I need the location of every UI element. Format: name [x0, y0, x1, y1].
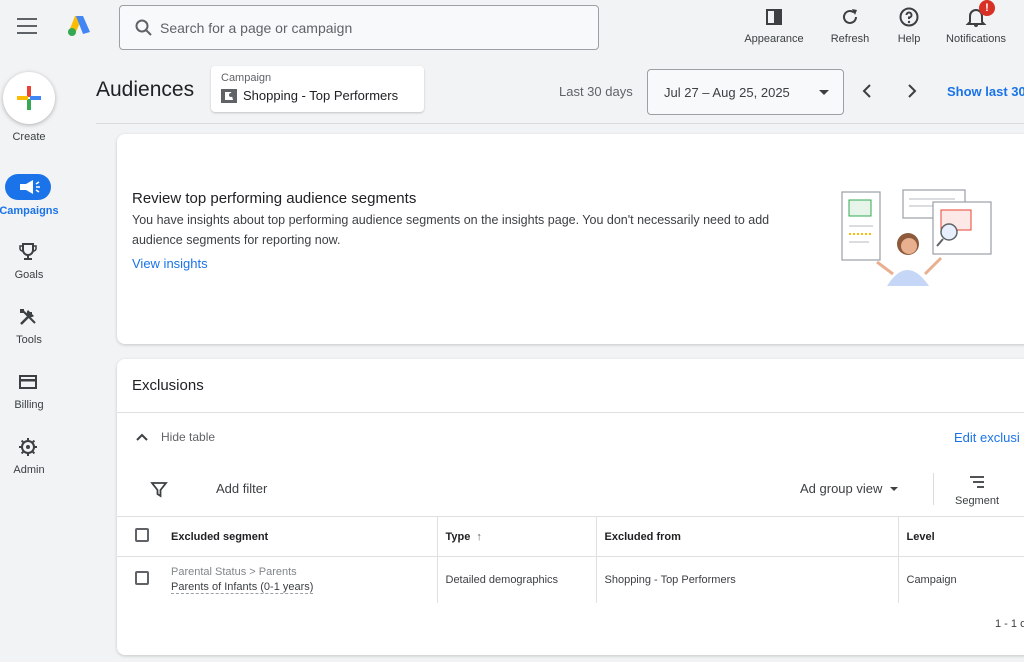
pagination-count: 1 - 1 o [995, 618, 1024, 630]
table-row: Parental Status > Parents Parents of Inf… [117, 556, 1024, 603]
column-header-level[interactable]: Level [897, 516, 1024, 557]
view-insights-link[interactable]: View insights [132, 256, 208, 271]
left-nav: Create Campaigns Goals Tools Billing Adm… [0, 56, 59, 662]
exclusions-divider [117, 412, 1024, 413]
exclusions-card: Exclusions Hide table Edit exclusi Add f… [117, 359, 1024, 655]
sort-ascending-icon: ↑ [476, 530, 482, 543]
menu-icon[interactable] [17, 18, 37, 34]
level-cell: Campaign [897, 556, 1024, 603]
refresh-icon [843, 9, 857, 24]
chevron-up-icon [136, 433, 148, 441]
trophy-icon[interactable] [17, 241, 39, 263]
notifications-button[interactable]: ! Notifications [940, 0, 1012, 50]
gear-icon[interactable] [17, 436, 39, 458]
table-header-row: Excluded segment Type ↑ Excluded from Lev… [117, 516, 1024, 557]
megaphone-icon [20, 180, 40, 194]
nav-label-goals[interactable]: Goals [0, 269, 59, 281]
create-button[interactable] [3, 72, 55, 124]
segment-button[interactable]: Segment [947, 473, 1007, 507]
appearance-button[interactable]: Appearance [741, 4, 807, 50]
shopping-campaign-icon [221, 89, 237, 103]
dropdown-caret-icon [890, 486, 899, 491]
appearance-icon [766, 9, 782, 25]
segment-path: Parental Status > Parents [171, 566, 297, 579]
row-checkbox[interactable] [135, 571, 149, 586]
edit-exclusions-link[interactable]: Edit exclusi [954, 430, 1020, 445]
column-header-type[interactable]: Type ↑ [436, 516, 596, 557]
segment-icon [970, 476, 984, 488]
search-icon [135, 19, 152, 36]
nav-label-admin[interactable]: Admin [0, 464, 59, 476]
help-button[interactable]: Help [891, 4, 927, 50]
nav-label-billing[interactable]: Billing [0, 399, 59, 411]
header-divider [96, 123, 1024, 124]
chevron-right-icon[interactable] [905, 82, 919, 100]
select-all-cell [117, 516, 163, 557]
row-select-cell [117, 556, 163, 603]
help-icon [899, 7, 919, 27]
search-input[interactable] [160, 14, 580, 42]
hide-table-label: Hide table [161, 430, 216, 444]
toolbar-divider [933, 473, 934, 505]
segment-label: Segment [954, 495, 1000, 507]
plus-icon [17, 86, 41, 110]
help-label: Help [897, 33, 921, 45]
filter-icon[interactable] [150, 480, 168, 498]
dropdown-caret-icon [819, 90, 829, 95]
notification-badge: ! [979, 0, 995, 16]
search-box[interactable] [119, 5, 599, 50]
date-range-value: Jul 27 – Aug 25, 2025 [664, 85, 790, 100]
date-range-label: Last 30 days [559, 84, 633, 99]
nav-label-campaigns[interactable]: Campaigns [0, 205, 59, 217]
insights-illustration [841, 189, 992, 286]
insight-title: Review top performing audience segments [132, 190, 417, 207]
notifications-label: Notifications [946, 33, 1006, 45]
exclusions-title: Exclusions [132, 377, 204, 394]
hide-table-toggle[interactable]: Hide table [135, 430, 215, 444]
select-all-checkbox[interactable] [135, 528, 149, 542]
page-title: Audiences [96, 78, 195, 101]
google-ads-logo[interactable] [66, 14, 92, 38]
insight-body: You have insights about top performing a… [132, 213, 770, 247]
campaign-selector[interactable]: Campaign Shopping - Top Performers [211, 66, 424, 112]
appearance-label: Appearance [744, 33, 804, 45]
nav-item-campaigns[interactable] [5, 174, 51, 200]
campaign-selector-value: Shopping - Top Performers [243, 88, 399, 103]
chevron-left-icon[interactable] [860, 82, 874, 100]
type-cell: Detailed demographics [436, 556, 596, 603]
create-label: Create [12, 131, 46, 143]
excluded-from-cell: Shopping - Top Performers [595, 556, 898, 603]
insight-card: Review top performing audience segments … [117, 134, 1024, 344]
tools-icon[interactable] [17, 306, 39, 328]
show-last-link[interactable]: Show last 30 [947, 84, 1024, 99]
nav-label-tools[interactable]: Tools [0, 334, 59, 346]
credit-card-icon[interactable] [17, 371, 39, 393]
top-bar: Appearance Refresh Help ! Notifications [0, 0, 1024, 56]
bell-icon-wrap: ! [965, 0, 995, 28]
excluded-segment-cell: Parental Status > Parents Parents of Inf… [163, 556, 437, 603]
add-filter-button[interactable]: Add filter [216, 481, 267, 496]
refresh-button[interactable]: Refresh [826, 4, 874, 50]
column-header-excluded-segment[interactable]: Excluded segment [163, 516, 437, 557]
ad-group-view-select[interactable]: Ad group view [800, 481, 899, 496]
date-range-select[interactable]: Jul 27 – Aug 25, 2025 [647, 69, 844, 115]
exclusions-table: Excluded segment Type ↑ Excluded from Lev… [117, 516, 1024, 603]
segment-name[interactable]: Parents of Infants (0-1 years) [171, 581, 314, 595]
ad-group-view-label: Ad group view [800, 481, 883, 496]
column-header-excluded-from[interactable]: Excluded from [595, 516, 898, 557]
refresh-label: Refresh [830, 33, 870, 45]
campaign-selector-label: Campaign [221, 72, 272, 84]
